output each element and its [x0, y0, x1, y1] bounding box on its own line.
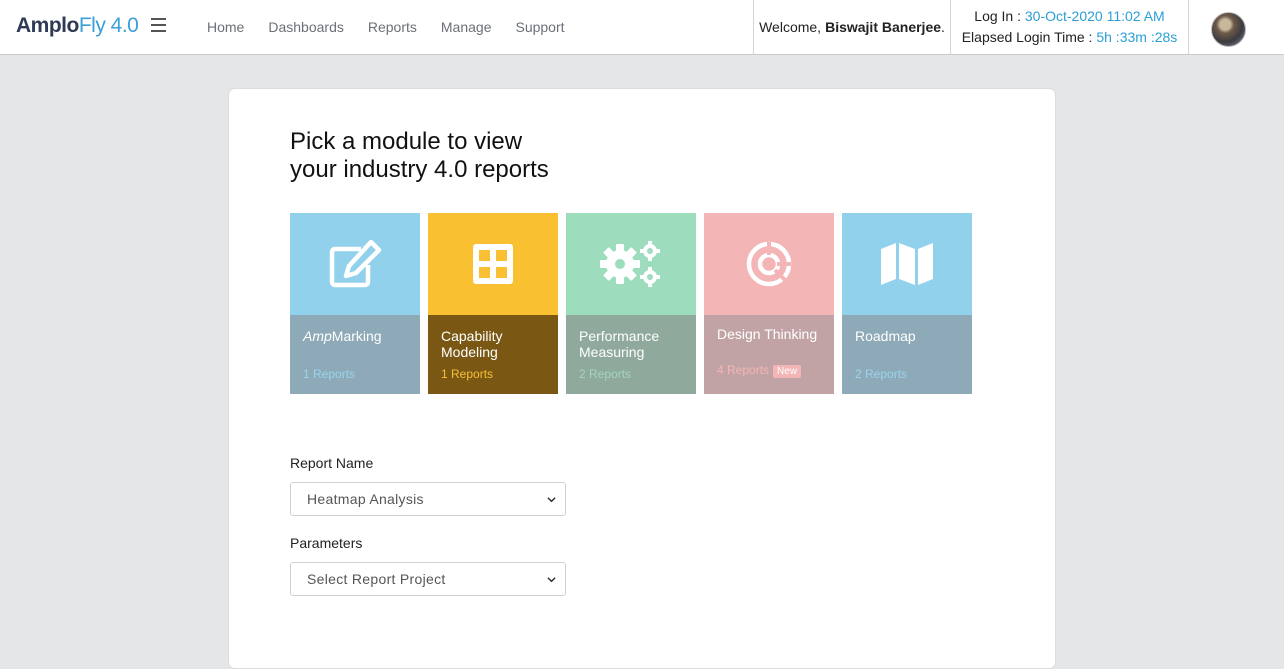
module-report-count: 2 Reports — [855, 367, 908, 381]
brand-name-secondary: Fly 4.0 — [78, 14, 139, 37]
chevron-down-icon — [547, 577, 556, 583]
module-tile-roadmap[interactable]: Roadmap 2 Reports — [842, 213, 972, 394]
module-title: AmpMarking — [303, 328, 382, 344]
parameters-label: Parameters — [290, 535, 363, 551]
module-tiles: AmpMarking 1 Reports Capability Modeling… — [290, 213, 972, 394]
module-title: Design Thinking — [717, 326, 818, 342]
module-report-count: 2 Reports — [579, 367, 632, 381]
gears-icon — [600, 241, 660, 287]
page-title-line1: Pick a module to view — [290, 128, 523, 155]
welcome-message: Welcome, Biswajit Banerjee. — [753, 0, 951, 54]
login-time: 30-Oct-2020 11:02 AM — [1024, 8, 1165, 24]
grid-icon — [473, 244, 513, 284]
nav-support[interactable]: Support — [515, 19, 564, 35]
report-name-select[interactable]: Heatmap Analysis — [290, 482, 566, 516]
brand-name-primary: Amplo — [16, 14, 79, 37]
module-tile-design-thinking[interactable]: Design Thinking 4 Reports New — [704, 213, 834, 394]
welcome-suffix: . — [941, 19, 945, 35]
module-title: Performance Measuring — [579, 328, 660, 360]
module-title: Capability Modeling — [441, 328, 503, 360]
pie-icon — [746, 241, 792, 287]
nav-dashboards[interactable]: Dashboards — [268, 19, 344, 35]
brand-logo[interactable]: AmploFly 4.0 — [16, 14, 139, 38]
parameters-value: Select Report Project — [307, 571, 446, 587]
user-avatar[interactable] — [1211, 12, 1246, 47]
elapsed-label: Elapsed Login Time : — [961, 29, 1093, 45]
session-info: Log In : 30-Oct-2020 11:02 AM Elapsed Lo… — [951, 0, 1189, 54]
parameters-select[interactable]: Select Report Project — [290, 562, 566, 596]
nav-reports[interactable]: Reports — [368, 19, 417, 35]
login-label: Log In : — [974, 8, 1021, 24]
edit-icon — [329, 239, 382, 288]
module-report-count: 1 Reports — [303, 367, 356, 381]
module-picker-card: Pick a module to view your industry 4.0 … — [229, 89, 1055, 668]
elapsed-time: 5h :33m :28s — [1096, 29, 1178, 45]
map-icon — [881, 243, 933, 285]
welcome-prefix: Welcome, — [759, 19, 822, 35]
new-badge: New — [773, 365, 802, 378]
report-name-value: Heatmap Analysis — [307, 491, 424, 507]
main-nav: Home Dashboards Reports Manage Support — [207, 19, 589, 35]
module-report-count: 1 Reports — [441, 367, 494, 381]
module-title: Roadmap — [855, 328, 916, 344]
user-name: Biswajit Banerjee — [825, 19, 942, 35]
hamburger-menu-icon[interactable] — [151, 18, 166, 32]
module-tile-ampmarking[interactable]: AmpMarking 1 Reports — [290, 213, 420, 394]
report-name-label: Report Name — [290, 455, 374, 471]
chevron-down-icon — [547, 497, 556, 503]
page-title-line2: your industry 4.0 reports — [290, 156, 549, 183]
nav-manage[interactable]: Manage — [441, 19, 492, 35]
module-tile-capability-modeling[interactable]: Capability Modeling 1 Reports — [428, 213, 558, 394]
nav-home[interactable]: Home — [207, 19, 244, 35]
page-title: Pick a module to view your industry 4.0 … — [290, 128, 549, 184]
module-tile-performance-measuring[interactable]: Performance Measuring 2 Reports — [566, 213, 696, 394]
top-navbar: AmploFly 4.0 Home Dashboards Reports Man… — [0, 0, 1284, 55]
module-report-count: 4 Reports New — [717, 363, 802, 378]
